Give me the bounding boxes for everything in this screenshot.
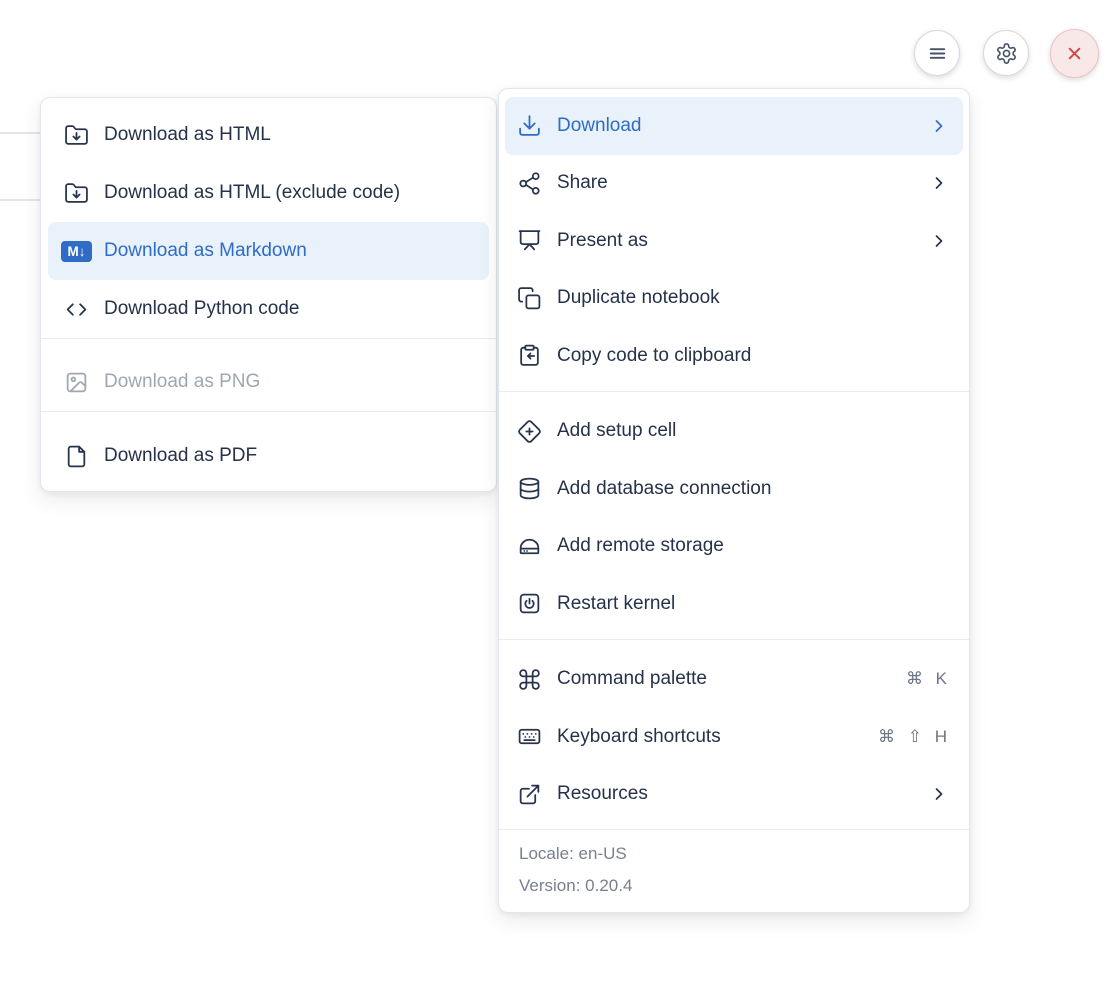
- chevron-right-icon: [929, 173, 949, 193]
- close-icon: [1063, 42, 1086, 65]
- menu-item-resources[interactable]: Resources: [505, 766, 963, 824]
- external-link-icon: [517, 782, 542, 807]
- menu-item-download-as-html[interactable]: Download as HTML: [48, 106, 489, 164]
- menu-item-share[interactable]: Share: [505, 155, 963, 213]
- background-cell-border: [0, 199, 41, 201]
- close-button[interactable]: [1050, 29, 1099, 78]
- menu-item-add-database-connection[interactable]: Add database connection: [505, 460, 963, 518]
- menu-item-label: Present as: [557, 230, 914, 252]
- menu-item-copy-code-to-clipboard[interactable]: Copy code to clipboard: [505, 327, 963, 385]
- download-icon: [517, 113, 542, 138]
- locale-text: Locale: en-US: [519, 838, 949, 870]
- file-icon: [64, 444, 89, 469]
- copy-icon: [517, 286, 542, 311]
- gear-icon: [995, 42, 1018, 65]
- menu-item-keyboard-shortcuts[interactable]: Keyboard shortcuts ⌘ ⇧ H: [505, 708, 963, 766]
- download-submenu: Download as HTML Download as HTML (exclu…: [40, 97, 497, 492]
- keyboard-icon: [517, 724, 542, 749]
- menu-item-label: Download Python code: [104, 298, 477, 320]
- menu-item-label: Add setup cell: [557, 420, 949, 442]
- menu-section-cells: Add setup cell Add database connection A…: [499, 391, 969, 639]
- drive-icon: [517, 534, 542, 559]
- diamond-plus-icon: [517, 419, 542, 444]
- menu-footer: Locale: en-US Version: 0.20.4: [499, 829, 969, 912]
- menu-item-label: Restart kernel: [557, 593, 949, 615]
- menu-item-label: Download as PNG: [104, 371, 477, 393]
- menu-item-label: Command palette: [557, 668, 891, 690]
- menu-item-download-as-png: Download as PNG: [48, 353, 489, 411]
- code-icon: [64, 297, 89, 322]
- menu-item-label: Copy code to clipboard: [557, 345, 949, 367]
- menu-item-label: Keyboard shortcuts: [557, 726, 863, 748]
- hamburger-icon: [926, 42, 949, 65]
- menu-item-label: Download: [557, 115, 914, 137]
- menu-item-download-as-pdf[interactable]: Download as PDF: [48, 427, 489, 485]
- submenu-section-2: Download as PNG: [41, 338, 496, 411]
- power-square-icon: [517, 591, 542, 616]
- menu-item-add-setup-cell[interactable]: Add setup cell: [505, 403, 963, 461]
- notebook-actions-menu: Download Share Present as Duplicate note…: [498, 88, 970, 913]
- clipboard-copy-icon: [517, 343, 542, 368]
- menu-item-label: Add database connection: [557, 478, 949, 500]
- command-icon: [517, 667, 542, 692]
- background-cell-border: [0, 132, 41, 134]
- menu-section-help: Command palette ⌘ K Keyboard shortcuts ⌘…: [499, 639, 969, 830]
- menu-item-label: Duplicate notebook: [557, 287, 949, 309]
- menu-item-label: Download as HTML: [104, 124, 477, 146]
- menu-item-label: Download as HTML (exclude code): [104, 182, 477, 204]
- version-text: Version: 0.20.4: [519, 870, 949, 902]
- menu-item-command-palette[interactable]: Command palette ⌘ K: [505, 651, 963, 709]
- notebook-menu-button[interactable]: [914, 30, 960, 76]
- folder-download-icon: [64, 123, 89, 148]
- menu-item-label: Add remote storage: [557, 535, 949, 557]
- shortcut-hint: ⌘ ⇧ H: [878, 727, 951, 747]
- settings-button[interactable]: [983, 30, 1029, 76]
- folder-download-icon: [64, 181, 89, 206]
- menu-item-restart-kernel[interactable]: Restart kernel: [505, 575, 963, 633]
- chevron-right-icon: [929, 231, 949, 251]
- menu-item-label: Download as Markdown: [104, 240, 477, 262]
- image-icon: [64, 370, 89, 395]
- menu-item-download-as-markdown[interactable]: M↓ Download as Markdown: [48, 222, 489, 280]
- chevron-right-icon: [929, 784, 949, 804]
- markdown-icon: M↓: [61, 241, 92, 262]
- database-icon: [517, 476, 542, 501]
- submenu-section-1: Download as HTML Download as HTML (exclu…: [41, 98, 496, 338]
- menu-item-download-as-html-exclude-code[interactable]: Download as HTML (exclude code): [48, 164, 489, 222]
- menu-item-label: Share: [557, 172, 914, 194]
- presentation-icon: [517, 228, 542, 253]
- menu-item-label: Download as PDF: [104, 445, 477, 467]
- chevron-right-icon: [929, 116, 949, 136]
- menu-section-export: Download Share Present as Duplicate note…: [499, 89, 969, 391]
- menu-item-download-python-code[interactable]: Download Python code: [48, 280, 489, 338]
- submenu-section-3: Download as PDF: [41, 411, 496, 491]
- menu-item-duplicate-notebook[interactable]: Duplicate notebook: [505, 270, 963, 328]
- menu-item-present-as[interactable]: Present as: [505, 212, 963, 270]
- menu-item-download[interactable]: Download: [505, 97, 963, 155]
- shortcut-hint: ⌘ K: [906, 669, 951, 689]
- menu-item-add-remote-storage[interactable]: Add remote storage: [505, 518, 963, 576]
- share-icon: [517, 171, 542, 196]
- menu-item-label: Resources: [557, 783, 914, 805]
